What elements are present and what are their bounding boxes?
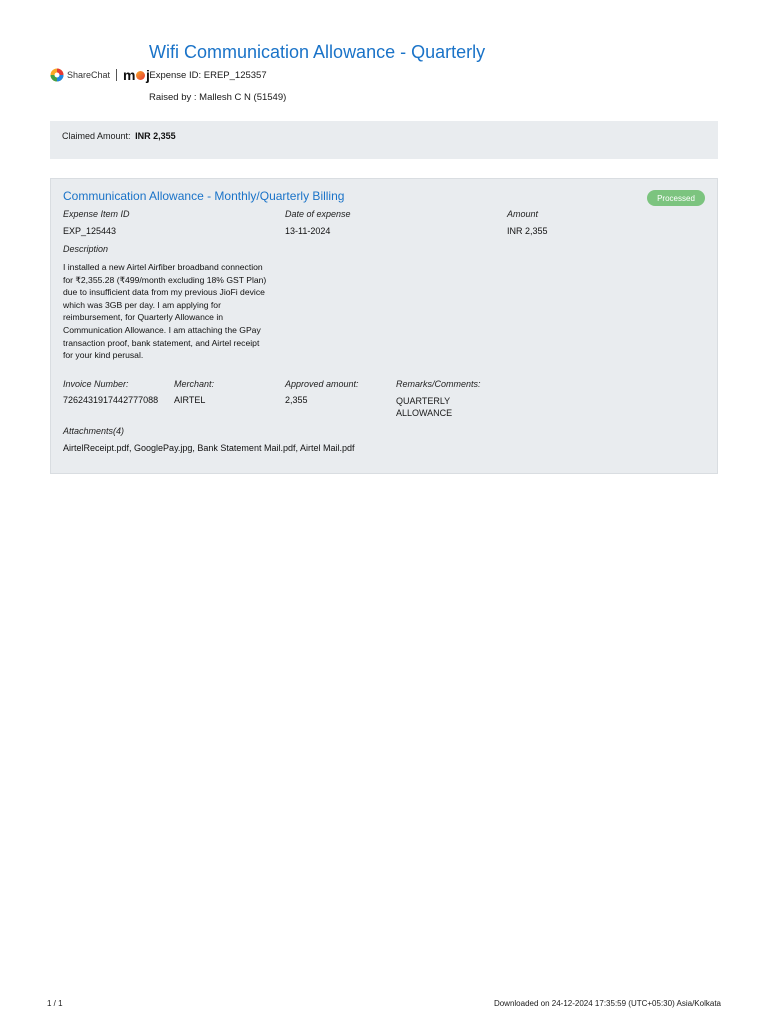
merchant-label: Merchant: <box>174 379 215 389</box>
status-badge: Processed <box>647 190 705 206</box>
remarks-text: QUARTERLY ALLOWANCE <box>396 396 453 418</box>
approved-amount-label: Approved amount: <box>285 379 359 389</box>
moj-logo-m: m <box>123 67 135 83</box>
sharechat-logo-text: ShareChat <box>67 70 111 80</box>
sharechat-logo-icon <box>50 68 64 82</box>
sharechat-logo: ShareChat <box>50 68 110 82</box>
expense-date: 13-11-2024 <box>285 226 331 236</box>
merchant: AIRTEL <box>174 395 206 405</box>
invoice-number: 7262431917442777088 <box>63 395 159 405</box>
date-label: Date of expense <box>285 209 351 219</box>
expense-item-card: Communication Allowance - Monthly/Quarte… <box>50 178 718 474</box>
expense-item-id: EXP_125443 <box>63 226 117 236</box>
attachments-label: Attachments(4) <box>63 426 125 436</box>
invoice-number-label: Invoice Number: <box>63 379 129 389</box>
description-label: Description <box>63 244 109 254</box>
claimed-amount-panel: Claimed Amount: INR 2,355 <box>50 121 718 159</box>
claimed-amount-value: INR 2,355 <box>135 131 176 141</box>
claimed-amount-label: Claimed Amount: <box>62 131 131 141</box>
moj-logo: m j <box>123 67 150 83</box>
remarks-label: Remarks/Comments: <box>396 379 481 389</box>
expense-item-id-label: Expense Item ID <box>63 209 130 219</box>
page-title: Wifi Communication Allowance - Quarterly <box>149 42 486 62</box>
expense-amount: INR 2,355 <box>507 226 548 236</box>
page-number: 1 / 1 <box>47 999 63 1008</box>
expense-id: Expense ID: EREP_125357 <box>149 69 267 81</box>
description-text: I installed a new Airtel Airfiber broadb… <box>63 262 267 361</box>
expense-item-title: Communication Allowance - Monthly/Quarte… <box>63 189 345 203</box>
brand-logos: ShareChat m j Expense ID: EREP_125357 <box>50 67 267 83</box>
amount-label: Amount <box>507 209 539 219</box>
download-timestamp: Downloaded on 24-12-2024 17:35:59 (UTC+0… <box>493 999 721 1008</box>
approved-amount: 2,355 <box>285 395 308 405</box>
raised-by: Raised by : Mallesh C N (51549) <box>149 92 287 103</box>
logo-divider <box>116 69 118 81</box>
moj-logo-o-icon <box>135 70 145 80</box>
attachments-list: AirtelReceipt.pdf, GooglePay.jpg, Bank S… <box>63 443 355 453</box>
